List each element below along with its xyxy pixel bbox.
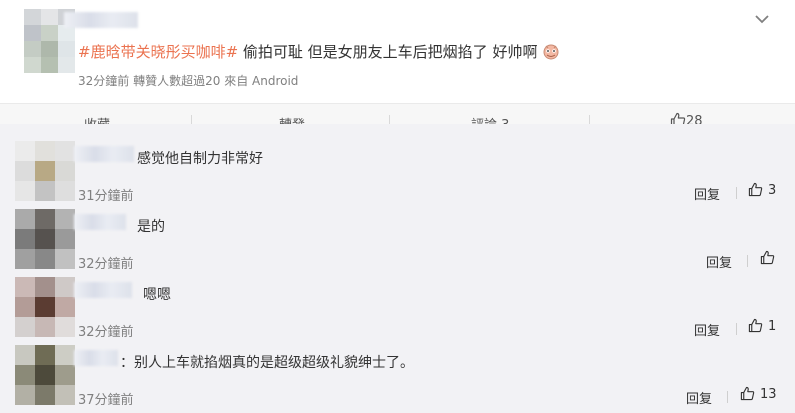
cute-emoji-icon (543, 44, 559, 60)
avatar-pixel (35, 209, 55, 229)
avatar-pixel (24, 9, 41, 25)
comment-like-button[interactable]: 1 (748, 318, 776, 334)
weibo-post: #鹿晗带关晓彤买咖啡# 偷拍可耻 但是女朋友上车后把烟掐了 好帅啊 32分鐘前 … (0, 0, 795, 103)
username-blurred[interactable] (64, 12, 138, 28)
avatar-pixel (55, 181, 75, 201)
avatar-pixel (15, 297, 35, 317)
avatar-pixel (35, 365, 55, 385)
comment-item: 嗯嗯 32分鐘前 回复 1 (0, 270, 795, 340)
avatar-pixel (55, 345, 75, 365)
avatar-pixel (15, 277, 35, 297)
avatar-pixel (35, 229, 55, 249)
comment-like-count: 3 (768, 183, 777, 198)
avatar[interactable] (15, 277, 75, 337)
avatar-pixel (35, 385, 55, 405)
comment-like-button[interactable]: 3 (748, 182, 776, 198)
comment-like-count: 13 (760, 387, 777, 402)
avatar-pixel (41, 41, 58, 57)
avatar-pixel (55, 229, 75, 249)
thumbs-up-icon (748, 182, 763, 197)
avatar-pixel (15, 181, 35, 201)
avatar-pixel (35, 161, 55, 181)
avatar-pixel (55, 297, 75, 317)
comment-item: 感觉他自制力非常好 31分鐘前 回复 3 (0, 134, 795, 204)
avatar-pixel (15, 229, 35, 249)
avatar-pixel (35, 297, 55, 317)
avatar-pixel (15, 385, 35, 405)
forward-count: 轉贊人數超過20 (133, 74, 221, 88)
avatar-pixel (35, 277, 55, 297)
reply-button[interactable]: 回复 (686, 388, 712, 407)
reply-button[interactable]: 回复 (706, 252, 732, 271)
thumbs-up-icon (760, 250, 775, 265)
avatar[interactable] (15, 141, 75, 201)
comment-like-count: 1 (768, 319, 777, 334)
avatar-pixel (35, 345, 55, 365)
avatar-pixel (24, 57, 41, 73)
avatar-pixel (15, 249, 35, 269)
avatar-pixel (55, 161, 75, 181)
thumbs-up-icon (740, 386, 755, 401)
avatar-pixel (15, 345, 35, 365)
avatar-pixel (55, 209, 75, 229)
avatar-pixel (15, 161, 35, 181)
avatar-pixel (58, 57, 75, 73)
divider (736, 323, 737, 335)
comment-like-button[interactable] (760, 250, 780, 266)
divider (736, 187, 737, 199)
avatar-pixel (41, 9, 58, 25)
post-text: #鹿晗带关晓彤买咖啡# 偷拍可耻 但是女朋友上车后把烟掐了 好帅啊 (78, 41, 560, 62)
avatar-pixel (15, 141, 35, 161)
reply-button[interactable]: 回复 (694, 320, 720, 339)
username-blurred[interactable] (74, 350, 118, 366)
avatar-pixel (55, 317, 75, 337)
post-source: 來自 Android (224, 74, 299, 88)
username-blurred[interactable] (74, 146, 134, 162)
avatar-pixel (35, 141, 55, 161)
avatar-pixel (15, 209, 35, 229)
divider (727, 391, 728, 403)
avatar-pixel (55, 365, 75, 385)
avatar-pixel (55, 385, 75, 405)
post-meta: 32分鐘前 轉贊人數超過20 來自 Android (78, 72, 298, 89)
comment-text: 嗯嗯 (143, 287, 171, 303)
avatar-pixel (55, 249, 75, 269)
comment-item: 是的 32分鐘前 回复 (0, 202, 795, 272)
comment-time: 37分鐘前 (78, 393, 134, 408)
avatar-pixel (15, 317, 35, 337)
avatar-pixel (35, 317, 55, 337)
avatar-pixel (24, 25, 41, 41)
avatar[interactable] (15, 209, 75, 269)
avatar-pixel (41, 25, 58, 41)
username-blurred[interactable] (74, 214, 126, 230)
avatar-pixel (58, 41, 75, 57)
avatar-pixel (24, 41, 41, 57)
divider (747, 255, 748, 267)
username-blurred[interactable] (74, 282, 132, 298)
avatar-pixel (35, 249, 55, 269)
comment-like-button[interactable]: 13 (740, 386, 777, 402)
avatar-pixel (41, 57, 58, 73)
comment-text: ：别人上车就掐烟真的是超级超级礼貌绅士了。 (120, 355, 414, 371)
comment-item: ：别人上车就掐烟真的是超级超级礼貌绅士了。 37分鐘前 回复 13 (0, 338, 795, 408)
avatar-pixel (35, 181, 55, 201)
avatar-pixel (15, 365, 35, 385)
thumbs-up-icon (748, 318, 763, 333)
topic-link[interactable]: #鹿晗带关晓彤买咖啡# (78, 43, 238, 61)
comment-text: 是的 (137, 219, 165, 235)
reply-button[interactable]: 回复 (694, 184, 720, 203)
comment-text: 感觉他自制力非常好 (137, 151, 263, 167)
chevron-down-icon[interactable] (753, 10, 771, 28)
post-time[interactable]: 32分鐘前 (78, 74, 129, 88)
avatar-pixel (55, 141, 75, 161)
post-body: 偷拍可耻 但是女朋友上车后把烟掐了 好帅啊 (238, 43, 538, 61)
avatar[interactable] (15, 345, 75, 405)
avatar-pixel (55, 277, 75, 297)
comment-list: 感觉他自制力非常好 31分鐘前 回复 3 是的 32分鐘前 回复 嗯嗯 32分鐘… (0, 124, 795, 413)
